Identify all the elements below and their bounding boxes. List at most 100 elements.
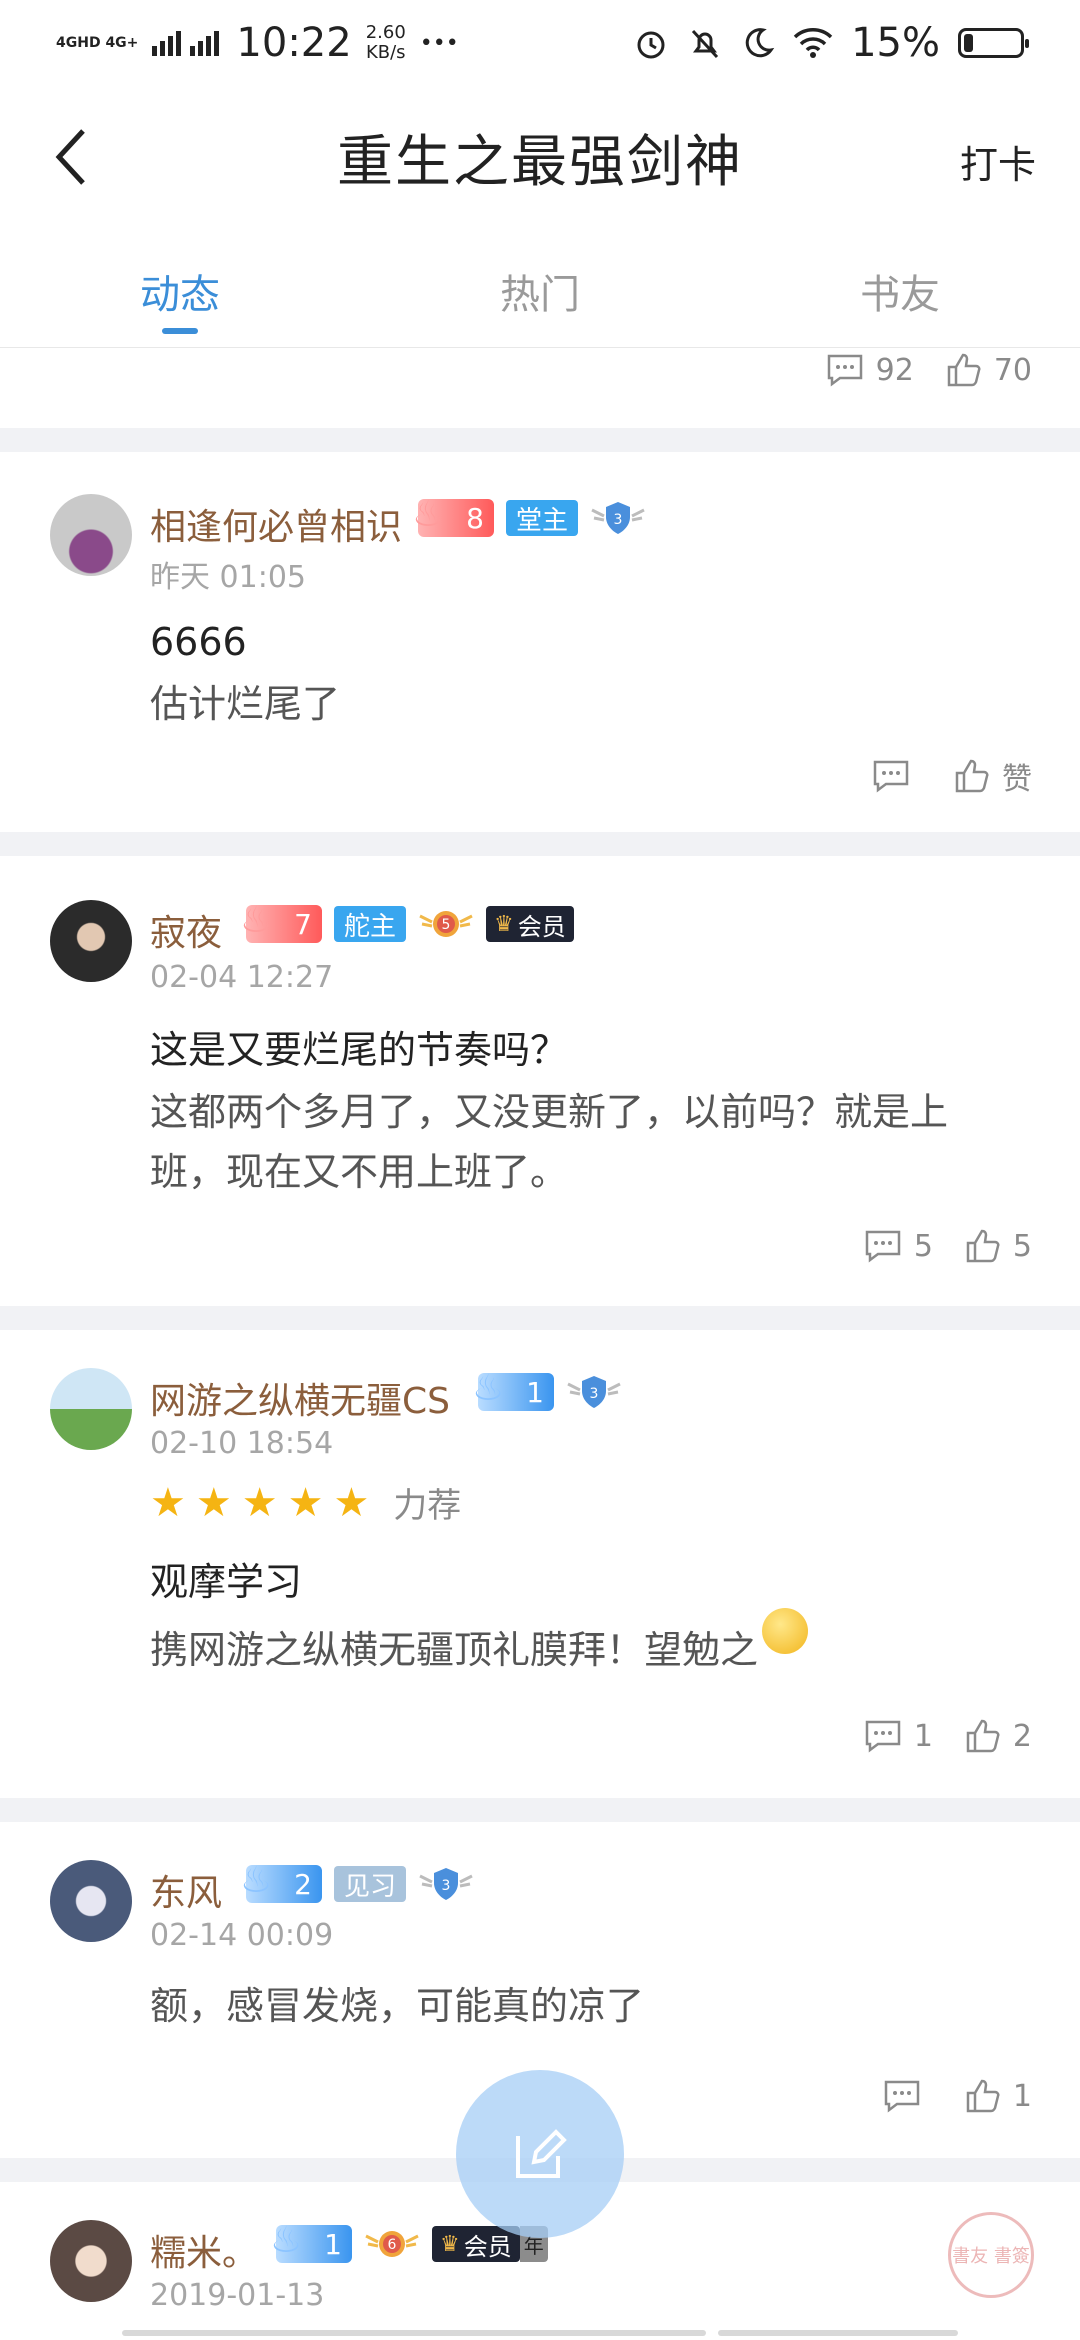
comment-button[interactable] xyxy=(883,2079,933,2113)
comment-icon xyxy=(873,760,909,793)
post-card[interactable]: 寂夜 ♨ 7 舵主 5 ♛ 会员 02-04 12:27 这是又要烂尾的节奏吗？ 这… xyxy=(0,856,1080,1306)
tab-feed[interactable]: 动态 xyxy=(0,228,360,347)
flame-icon: ♨ xyxy=(240,1860,273,1901)
tab-friends[interactable]: 书友 xyxy=(720,228,1080,347)
fire-level-badge: ♨ 1 xyxy=(472,1368,554,1411)
comment-icon xyxy=(827,354,862,387)
svg-text:3: 3 xyxy=(590,1386,599,1402)
like-button[interactable]: 2 xyxy=(965,1718,1032,1754)
battery-percent: 15% xyxy=(851,20,940,66)
checkin-button[interactable]: 打卡 xyxy=(960,134,1036,189)
avatar[interactable] xyxy=(50,1368,132,1450)
post-content: 额，感冒发烧，可能真的凉了 xyxy=(150,1984,645,2028)
comment-icon xyxy=(865,1720,901,1753)
thumbs-up-icon xyxy=(966,1229,1000,1263)
fire-level-badge: ♨ 8 xyxy=(412,494,494,537)
role-badge: 舵主 xyxy=(334,906,407,942)
username[interactable]: 东风 xyxy=(150,1864,222,1916)
winged-level-icon: 6 xyxy=(365,2231,419,2257)
post-time: 昨天 01:05 xyxy=(150,560,306,595)
crown-icon: ♛ xyxy=(494,911,514,937)
post-time: 02-14 00:09 xyxy=(150,1918,334,1953)
post-title: 这是又要烂尾的节奏吗？ xyxy=(150,1028,569,1072)
network-indicator: 4GHD 4G+ xyxy=(56,35,139,51)
fire-level-badge: ♨ 7 xyxy=(240,900,322,943)
avatar[interactable] xyxy=(50,900,132,982)
svg-text:3: 3 xyxy=(614,512,623,528)
page-title: 重生之最强剑神 xyxy=(337,129,743,195)
battery-icon xyxy=(958,28,1029,58)
edit-icon xyxy=(516,2129,567,2178)
username[interactable]: 寂夜 xyxy=(150,904,222,956)
flame-icon: ♨ xyxy=(240,900,273,941)
post-card[interactable]: 网游之纵横无疆CS ♨ 1 3 02-10 18:54 ★ ★ ★ ★ ★ 力荐 观摩学习 … xyxy=(0,1330,1080,1798)
crown-icon: ♛ xyxy=(440,2231,460,2257)
level-badge: 5 xyxy=(418,904,474,944)
thumbs-up-icon xyxy=(947,353,981,387)
post-content-line: 这都两个多月了，又没更新了，以前吗？就是上 xyxy=(150,1090,949,1134)
compose-post-button[interactable] xyxy=(456,2070,624,2238)
like-button[interactable]: 70 xyxy=(946,352,1032,388)
avatar[interactable] xyxy=(50,2220,132,2302)
post-title: 观摩学习 xyxy=(150,1560,303,1604)
post-time: 2019-01-13 xyxy=(150,2278,325,2313)
shield-icon: 3 xyxy=(567,1376,621,1408)
svg-text:6: 6 xyxy=(388,2237,397,2253)
tab-hot[interactable]: 热门 xyxy=(360,228,720,347)
comment-button[interactable]: 5 xyxy=(864,1229,933,1264)
watermark-stamp: 書友 書簽 xyxy=(948,2212,1034,2298)
post-content: 携网游之纵横无疆顶礼膜拜！望勉之 xyxy=(150,1608,809,1680)
username[interactable]: 网游之纵横无疆CS xyxy=(150,1372,450,1424)
flame-icon: ♨ xyxy=(472,1368,505,1409)
nav-bar: 重生之最强剑神 打卡 xyxy=(0,86,1080,228)
avatar[interactable] xyxy=(50,1860,132,1942)
scroll-indicator-right xyxy=(718,2330,958,2336)
comment-button[interactable]: 1 xyxy=(864,1719,933,1754)
post-content-line: 班，现在又不用上班了。 xyxy=(150,1150,569,1194)
thumbs-up-icon xyxy=(955,759,989,793)
star-rating: ★★★★★力荐 xyxy=(150,1478,461,1527)
star-icon: ★ xyxy=(287,1479,324,1526)
chevron-left-icon xyxy=(55,129,85,185)
network-speed: 2.60 KB/s xyxy=(365,22,406,63)
post-time: 02-10 18:54 xyxy=(150,1426,334,1461)
more-dots: ••• xyxy=(419,30,459,56)
tab-bar: 动态 热门 书友 xyxy=(0,228,1080,348)
back-button[interactable] xyxy=(36,122,106,192)
signal-icon xyxy=(152,31,220,56)
comment-button[interactable] xyxy=(872,759,922,793)
flame-icon: ♨ xyxy=(270,2220,303,2261)
svg-text:3: 3 xyxy=(442,1878,451,1894)
vip-badge: ♛ 会员 xyxy=(486,906,574,942)
star-icon: ★ xyxy=(150,1479,186,1526)
like-button[interactable]: 赞 xyxy=(954,754,1032,798)
like-button[interactable]: 1 xyxy=(965,2078,1032,2114)
role-badge: 堂主 xyxy=(506,500,579,536)
wifi-icon xyxy=(793,28,833,58)
smile-emoji-icon xyxy=(762,1608,809,1654)
post-content: 估计烂尾了 xyxy=(150,682,341,726)
comment-button[interactable]: 92 xyxy=(826,353,914,388)
comment-icon xyxy=(884,2080,920,2113)
thumbs-up-icon xyxy=(966,1719,1000,1753)
shield-badge: 3 xyxy=(590,498,646,538)
username[interactable]: 糯米。 xyxy=(150,2224,258,2276)
status-bar: 4GHD 4G+ 10:22 2.60 KB/s ••• 15% xyxy=(0,0,1080,86)
rating-label: 力荐 xyxy=(393,1486,462,1526)
shield-badge: 3 xyxy=(566,1372,622,1412)
post-feed[interactable]: 92 70 相逢何必曾相识 ♨ 8 堂主 3 昨天 01:05 6666 估计烂尾… xyxy=(0,348,1080,2340)
thumbs-up-icon xyxy=(966,2079,1000,2113)
star-icon: ★ xyxy=(195,1479,232,1526)
mute-bell-icon xyxy=(691,29,719,59)
avatar[interactable] xyxy=(50,494,132,576)
winged-level-icon: 5 xyxy=(419,911,473,937)
shield-icon: 3 xyxy=(591,502,645,534)
post-card-previous[interactable]: 92 70 xyxy=(0,348,1080,428)
like-button[interactable]: 5 xyxy=(965,1228,1032,1264)
alarm-icon xyxy=(637,31,665,59)
clock: 10:22 xyxy=(236,20,352,66)
post-card[interactable]: 相逢何必曾相识 ♨ 8 堂主 3 昨天 01:05 6666 估计烂尾了 赞 xyxy=(0,452,1080,832)
username[interactable]: 相逢何必曾相识 xyxy=(150,498,402,550)
moon-icon xyxy=(745,28,775,58)
scroll-indicator-left xyxy=(122,2330,706,2336)
